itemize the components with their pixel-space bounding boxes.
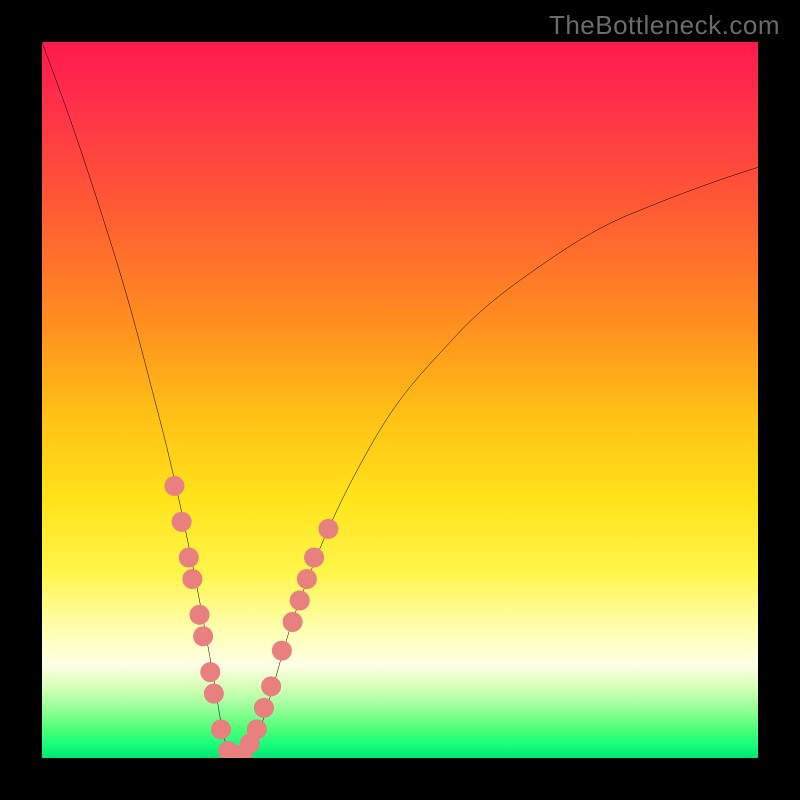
- watermark-text: TheBottleneck.com: [549, 10, 780, 41]
- curve-marker: [182, 569, 202, 589]
- plot-overlay: [42, 42, 758, 758]
- curve-marker: [272, 641, 292, 661]
- curve-marker: [290, 590, 310, 610]
- plot-frame: [42, 42, 758, 758]
- curve-marker: [304, 547, 324, 567]
- curve-markers: [164, 476, 338, 758]
- curve-marker: [261, 676, 281, 696]
- chart-stage: TheBottleneck.com: [0, 0, 800, 800]
- curve-marker: [283, 612, 303, 632]
- curve-marker: [179, 547, 199, 567]
- curve-marker: [189, 605, 209, 625]
- curve-marker: [172, 512, 192, 532]
- curve-marker: [211, 719, 231, 739]
- curve-marker: [318, 519, 338, 539]
- curve-marker: [193, 626, 213, 646]
- curve-marker: [247, 719, 267, 739]
- curve-marker: [164, 476, 184, 496]
- curve-marker: [254, 698, 274, 718]
- curve-marker: [200, 662, 220, 682]
- curve-marker: [297, 569, 317, 589]
- bottleneck-curve: [42, 42, 758, 758]
- curve-marker: [204, 684, 224, 704]
